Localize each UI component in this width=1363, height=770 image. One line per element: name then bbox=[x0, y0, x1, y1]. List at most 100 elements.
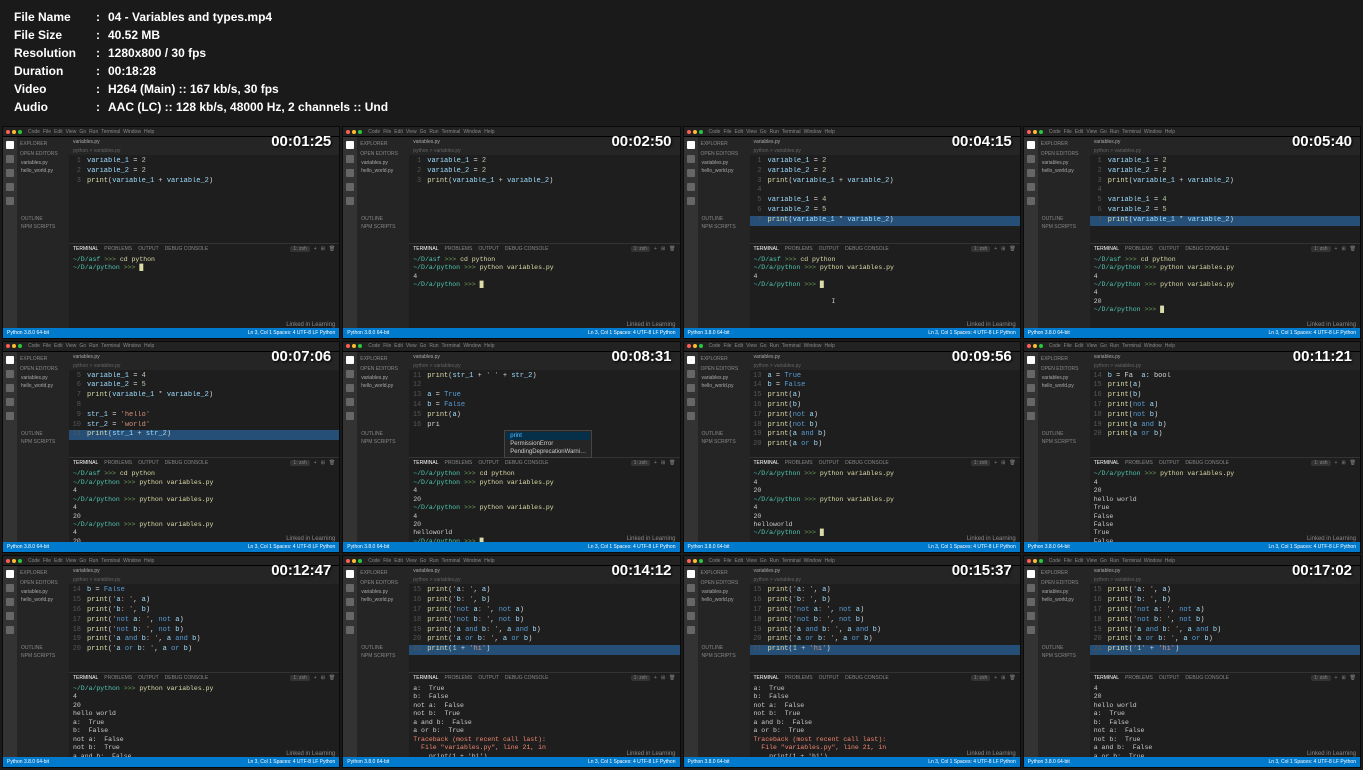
search-icon[interactable] bbox=[346, 155, 354, 163]
npm-section[interactable]: NPM SCRIPTS bbox=[19, 438, 67, 446]
code-line[interactable]: 17print('not a: ', not a) bbox=[750, 606, 1020, 616]
scm-icon[interactable] bbox=[1027, 169, 1035, 177]
menu-item[interactable]: Go bbox=[1100, 129, 1107, 135]
menu-item[interactable]: View bbox=[746, 129, 757, 135]
thumbnail-1[interactable]: 00:01:25 CodeFileEditViewGoRunTerminalWi… bbox=[2, 126, 340, 339]
debug-icon[interactable] bbox=[1027, 183, 1035, 191]
terminal-output[interactable]: ~/D/a/python >>> cd python ~/D/a/python … bbox=[409, 468, 679, 542]
code-line[interactable]: 6variable_2 = 5 bbox=[69, 381, 339, 391]
code-line[interactable]: 6variable_2 = 5 bbox=[1090, 206, 1360, 216]
code-line[interactable]: 14b = False bbox=[750, 381, 1020, 391]
menu-item[interactable]: Run bbox=[770, 129, 779, 135]
terminal-tab[interactable]: TERMINAL bbox=[754, 246, 779, 252]
terminal-add-icon[interactable]: + bbox=[1335, 460, 1338, 466]
search-icon[interactable] bbox=[687, 370, 695, 378]
terminal-tab[interactable]: TERMINAL bbox=[73, 246, 98, 252]
terminal-output[interactable]: a: True b: False not a: False not b: Tru… bbox=[750, 683, 1020, 757]
menu-item[interactable]: Go bbox=[79, 558, 86, 564]
sidebar-file[interactable]: variables.py bbox=[700, 374, 748, 382]
window-controls[interactable] bbox=[1027, 559, 1043, 563]
code-line[interactable]: 11print(str_1 + str_2) bbox=[69, 430, 339, 440]
menu-item[interactable]: Edit bbox=[735, 129, 744, 135]
code-line[interactable]: 20print('a or b: ', a or b) bbox=[750, 635, 1020, 645]
sidebar-file[interactable]: hello_world.py bbox=[19, 167, 67, 175]
search-icon[interactable] bbox=[1027, 584, 1035, 592]
code-line[interactable]: 20print('a or b: ', a or b) bbox=[1090, 635, 1360, 645]
code-line[interactable]: 5variable_1 = 4 bbox=[750, 196, 1020, 206]
status-python[interactable]: Python 3.8.0 64-bit bbox=[7, 544, 49, 550]
thumbnail-10[interactable]: 00:14:12 CodeFileEditViewGoRunTerminalWi… bbox=[342, 555, 680, 768]
code-line[interactable]: 17print(not a) bbox=[750, 411, 1020, 421]
code-line[interactable]: 19print('a and b: ', a and b) bbox=[69, 635, 339, 645]
menu-item[interactable]: Run bbox=[89, 558, 98, 564]
thumbnail-6[interactable]: 00:08:31 CodeFileEditViewGoRunTerminalWi… bbox=[342, 341, 680, 554]
open-editors-header[interactable]: OPEN EDITORS bbox=[19, 578, 67, 588]
shell-selector[interactable]: 1: zsh bbox=[1311, 246, 1330, 252]
terminal-tab[interactable]: TERMINAL bbox=[1094, 675, 1119, 681]
terminal-split-icon[interactable]: ⊞ bbox=[661, 246, 665, 252]
menu-item[interactable]: Edit bbox=[394, 129, 403, 135]
terminal-split-icon[interactable]: ⊞ bbox=[321, 675, 325, 681]
shell-selector[interactable]: 1: zsh bbox=[290, 675, 309, 681]
sidebar-file[interactable]: hello_world.py bbox=[1040, 382, 1088, 390]
code-line[interactable]: 16print('b: ', b) bbox=[750, 596, 1020, 606]
code-line[interactable]: 18print(not b) bbox=[750, 421, 1020, 431]
terminal-split-icon[interactable]: ⊞ bbox=[1341, 460, 1345, 466]
explorer-icon[interactable] bbox=[6, 356, 14, 364]
sidebar-file[interactable]: variables.py bbox=[1040, 588, 1088, 596]
menu-item[interactable]: Help bbox=[484, 558, 494, 564]
terminal-tab[interactable]: PROBLEMS bbox=[445, 460, 473, 466]
terminal-tab[interactable]: PROBLEMS bbox=[104, 675, 132, 681]
open-editors-header[interactable]: OPEN EDITORS bbox=[359, 364, 407, 374]
outline-section[interactable]: OUTLINE bbox=[1040, 430, 1088, 438]
sidebar-file[interactable]: hello_world.py bbox=[19, 596, 67, 604]
code-line[interactable]: 15print(a) bbox=[1090, 381, 1360, 391]
sidebar-file[interactable]: hello_world.py bbox=[359, 167, 407, 175]
terminal-tab[interactable]: OUTPUT bbox=[138, 675, 159, 681]
outline-section[interactable]: OUTLINE bbox=[359, 644, 407, 652]
window-controls[interactable] bbox=[6, 344, 22, 348]
debug-icon[interactable] bbox=[1027, 612, 1035, 620]
search-icon[interactable] bbox=[1027, 155, 1035, 163]
status-position[interactable]: Ln 3, Col 1 Spaces: 4 UTF-8 LF Python bbox=[1268, 330, 1356, 336]
thumbnail-11[interactable]: 00:15:37 CodeFileEditViewGoRunTerminalWi… bbox=[683, 555, 1021, 768]
intellisense-popup[interactable]: printPermissionErrorPendingDeprecationWa… bbox=[504, 430, 592, 458]
shell-selector[interactable]: 1: zsh bbox=[290, 460, 309, 466]
menu-item[interactable]: Run bbox=[1110, 558, 1119, 564]
code-line[interactable]: 21print('1' + 'hi') bbox=[1090, 645, 1360, 655]
code-line[interactable]: 14b = False bbox=[69, 586, 339, 596]
extensions-icon[interactable] bbox=[1027, 197, 1035, 205]
status-position[interactable]: Ln 3, Col 1 Spaces: 4 UTF-8 LF Python bbox=[928, 330, 1016, 336]
npm-section[interactable]: NPM SCRIPTS bbox=[700, 438, 748, 446]
code-line[interactable]: 19print('a and b: ', a and b) bbox=[750, 626, 1020, 636]
extensions-icon[interactable] bbox=[346, 626, 354, 634]
menu-item[interactable]: Edit bbox=[54, 343, 63, 349]
status-position[interactable]: Ln 3, Col 1 Spaces: 4 UTF-8 LF Python bbox=[928, 544, 1016, 550]
intellisense-item[interactable]: PendingDeprecationWarni… bbox=[506, 448, 590, 456]
explorer-icon[interactable] bbox=[1027, 141, 1035, 149]
terminal-tab[interactable]: OUTPUT bbox=[1159, 460, 1180, 466]
code-line[interactable]: 20print('a or b: ', a or b) bbox=[409, 635, 679, 645]
thumbnail-12[interactable]: 00:17:02 CodeFileEditViewGoRunTerminalWi… bbox=[1023, 555, 1361, 768]
terminal-split-icon[interactable]: ⊞ bbox=[1341, 675, 1345, 681]
menu-item[interactable]: Code bbox=[28, 129, 40, 135]
status-python[interactable]: Python 3.8.0 64-bit bbox=[347, 759, 389, 765]
menu-item[interactable]: Edit bbox=[735, 558, 744, 564]
terminal-add-icon[interactable]: + bbox=[314, 246, 317, 252]
menu-item[interactable]: Terminal bbox=[782, 343, 801, 349]
explorer-icon[interactable] bbox=[346, 570, 354, 578]
status-python[interactable]: Python 3.8.0 64-bit bbox=[347, 544, 389, 550]
menu-item[interactable]: Code bbox=[28, 558, 40, 564]
search-icon[interactable] bbox=[346, 370, 354, 378]
menu-item[interactable]: Go bbox=[1100, 343, 1107, 349]
code-editor[interactable]: 1variable_1 = 22variable_2 = 23print(var… bbox=[750, 155, 1020, 243]
menu-item[interactable]: Go bbox=[420, 558, 427, 564]
status-position[interactable]: Ln 3, Col 1 Spaces: 4 UTF-8 LF Python bbox=[928, 759, 1016, 765]
terminal-trash-icon[interactable]: 🗑 bbox=[1350, 246, 1356, 252]
status-position[interactable]: Ln 3, Col 1 Spaces: 4 UTF-8 LF Python bbox=[588, 759, 676, 765]
terminal-tab[interactable]: PROBLEMS bbox=[1125, 460, 1153, 466]
sidebar-file[interactable]: variables.py bbox=[700, 159, 748, 167]
terminal-output[interactable]: ~/D/asf >>> cd python ~/D/a/python >>> p… bbox=[750, 254, 1020, 328]
sidebar-file[interactable]: hello_world.py bbox=[359, 596, 407, 604]
terminal-output[interactable]: ~/D/asf >>> cd python ~/D/a/python >>> █ bbox=[69, 254, 339, 328]
